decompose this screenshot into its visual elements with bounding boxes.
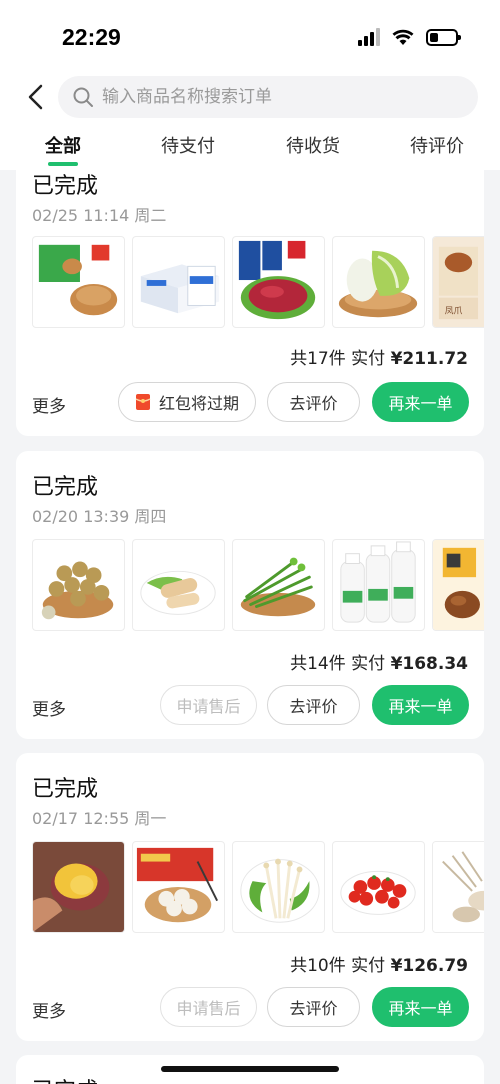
tab-pending-review[interactable]: 待评价 [382,132,492,158]
reorder-button[interactable]: 再来一单 [372,685,469,725]
order-date: 02/25 11:14 周二 [32,206,167,225]
paid-label: 实付 [351,349,386,369]
tab-label: 全部 [45,136,81,157]
product-thumb-braised-dish[interactable]: 凤爪 [432,236,484,328]
order-status: 已完成 [32,174,99,199]
button-label: 申请售后 [176,697,241,716]
product-thumb-snack-pack[interactable] [432,539,484,631]
review-button[interactable]: 去评价 [267,382,360,422]
reorder-button[interactable]: 再来一单 [372,382,469,422]
button-label: 申请售后 [176,999,241,1018]
tab-pending-delivery[interactable]: 待收货 [258,132,368,158]
cellular-signal-icon [358,28,380,46]
product-thumbnails[interactable]: 凤爪 [32,236,484,328]
more-link[interactable]: 更多 [32,997,66,1022]
search-input[interactable] [102,87,442,107]
paid-amount: ¥211.72 [390,349,468,369]
tab-label: 待支付 [161,136,215,157]
more-link[interactable]: 更多 [32,695,66,720]
battery-icon [426,28,461,46]
search-icon [73,87,93,107]
paid-label: 实付 [351,654,386,674]
order-status: 已完成 [32,1073,98,1084]
product-thumb-milk-bottles[interactable] [332,539,425,631]
order-card[interactable]: 已完成 02/17 12:55 周一 共10件 实付 ¥126.79 更多 申请… [16,753,484,1041]
product-thumbnails[interactable] [32,539,484,631]
status-bar: 22:29 [0,0,500,70]
paid-label: 实付 [351,956,386,976]
more-link[interactable]: 更多 [32,392,66,417]
button-label: 去评价 [289,697,338,716]
order-status: 已完成 [32,777,99,802]
product-thumb-fresh-milk[interactable] [132,236,225,328]
order-summary: 共10件 实付 ¥126.79 [290,951,468,976]
product-thumb-enoki-mushroom[interactable] [232,841,325,933]
product-thumb-sweet-potato[interactable] [32,841,125,933]
header: 全部 待支付 待收货 待评价 [0,70,500,170]
reorder-button[interactable]: 再来一单 [372,987,469,1027]
tab-label: 待收货 [286,136,340,157]
item-count: 共17件 [290,349,346,369]
review-button[interactable]: 去评价 [267,987,360,1027]
search-box[interactable] [58,76,478,118]
paid-amount: ¥168.34 [390,654,468,674]
button-label: 再来一单 [388,394,453,413]
svg-text:凤爪: 凤爪 [445,305,463,316]
order-date: 02/17 12:55 周一 [32,809,167,828]
tab-label: 待评价 [410,136,464,157]
order-card[interactable]: 已完成 02/25 11:14 周二 凤爪 共17件 实付 ¥211.72 更多… [16,130,484,436]
back-arrow-icon[interactable] [22,82,52,112]
tab-pending-payment[interactable]: 待支付 [133,132,243,158]
order-tabs: 全部 待支付 待收货 待评价 [0,132,500,168]
tab-active-indicator [48,162,78,166]
product-thumbnails[interactable] [32,841,484,933]
product-thumb-dumplings[interactable] [132,841,225,933]
product-thumb-longan[interactable] [32,539,125,631]
order-card[interactable]: 已完成 02/20 13:39 周四 共14件 实付 ¥168.34 更多 申请… [16,451,484,739]
status-time: 22:29 [62,24,121,50]
product-thumb-napa-cabbage[interactable] [332,236,425,328]
product-thumb-cherry-tomatoes[interactable] [332,841,425,933]
product-thumb-garlic-sprouts[interactable] [232,539,325,631]
product-thumb-shrimp[interactable] [432,841,484,933]
product-thumb-tofu-rolls[interactable] [132,539,225,631]
wifi-icon [392,29,414,45]
button-label: 红包将过期 [158,394,239,413]
button-label: 去评价 [289,999,338,1018]
button-label: 再来一单 [388,697,453,716]
button-label: 再来一单 [388,999,453,1018]
status-icons [358,28,461,46]
order-summary: 共17件 实付 ¥211.72 [290,344,468,369]
red-packet-icon [135,394,151,410]
after-sales-button[interactable]: 申请售后 [160,685,257,725]
after-sales-button[interactable]: 申请售后 [160,987,257,1027]
button-label: 去评价 [289,394,338,413]
item-count: 共14件 [290,654,346,674]
paid-amount: ¥126.79 [390,956,468,976]
order-summary: 共14件 实付 ¥168.34 [290,649,468,674]
redpack-expiring-button[interactable]: 红包将过期 [118,382,256,422]
review-button[interactable]: 去评价 [267,685,360,725]
item-count: 共10件 [290,956,346,976]
order-date: 02/20 13:39 周四 [32,507,167,526]
product-thumb-red-bean-bun[interactable] [32,236,125,328]
home-indicator[interactable] [161,1066,339,1072]
order-status: 已完成 [32,475,99,500]
product-thumb-sliced-beef[interactable] [232,236,325,328]
tab-all[interactable]: 全部 [8,132,118,166]
